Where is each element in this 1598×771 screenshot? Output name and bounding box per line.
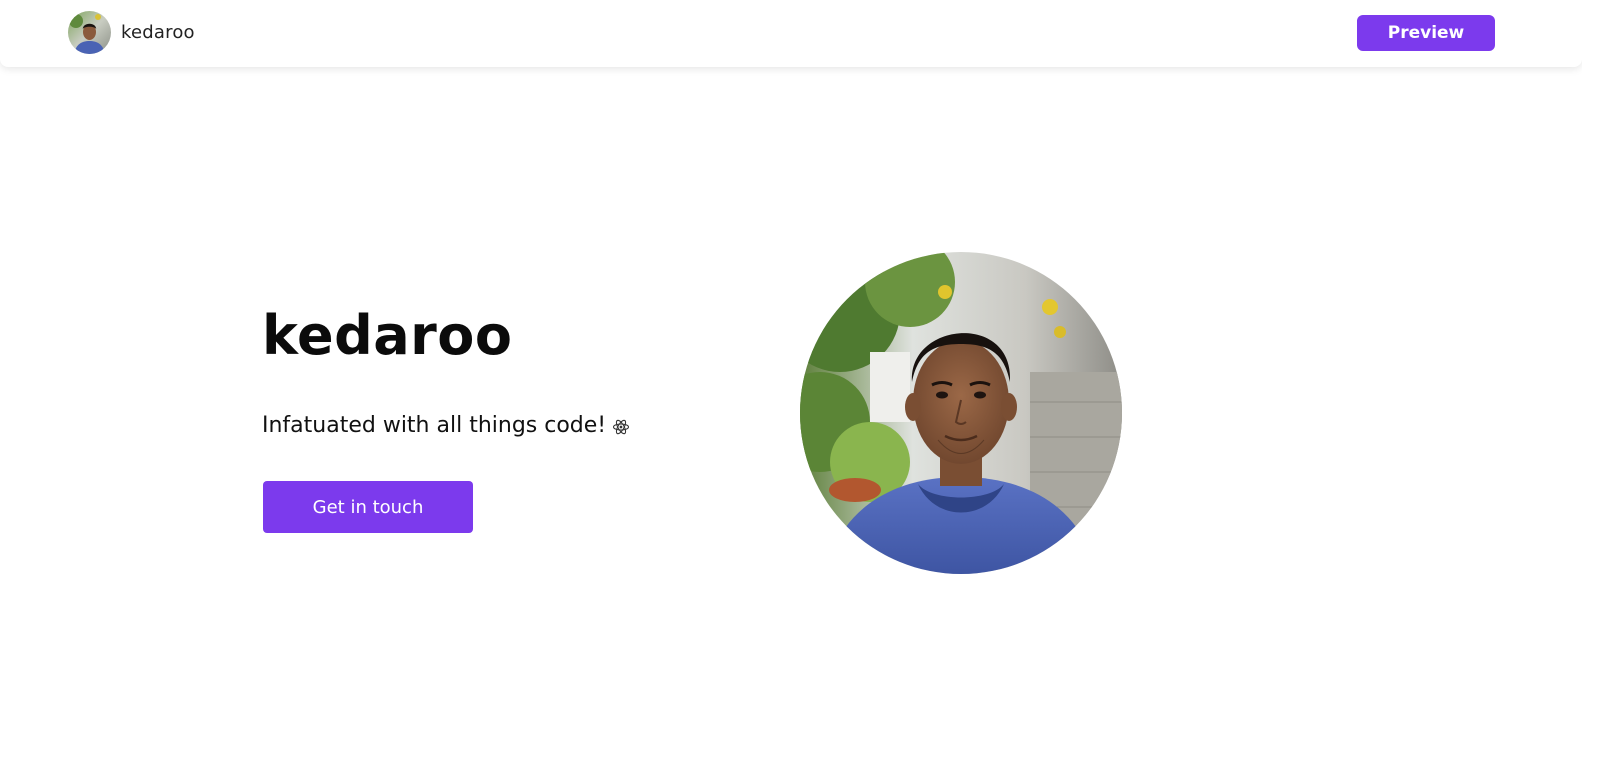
site-header: kedaroo Preview <box>0 0 1582 67</box>
hero-title: kedaroo <box>262 304 513 367</box>
brand-link[interactable]: kedaroo <box>68 11 195 54</box>
page: kedaroo Preview kedaroo Infatuated with … <box>0 0 1582 771</box>
react-atom-icon <box>612 417 630 435</box>
get-in-touch-button[interactable]: Get in touch <box>263 481 473 533</box>
hero-tagline-text: Infatuated with all things code! <box>262 413 607 438</box>
preview-button[interactable]: Preview <box>1357 15 1495 51</box>
brand-name: kedaroo <box>121 22 195 43</box>
hero-portrait-photo <box>800 252 1122 574</box>
hero-tagline: Infatuated with all things code! <box>262 413 630 438</box>
avatar <box>68 11 111 54</box>
